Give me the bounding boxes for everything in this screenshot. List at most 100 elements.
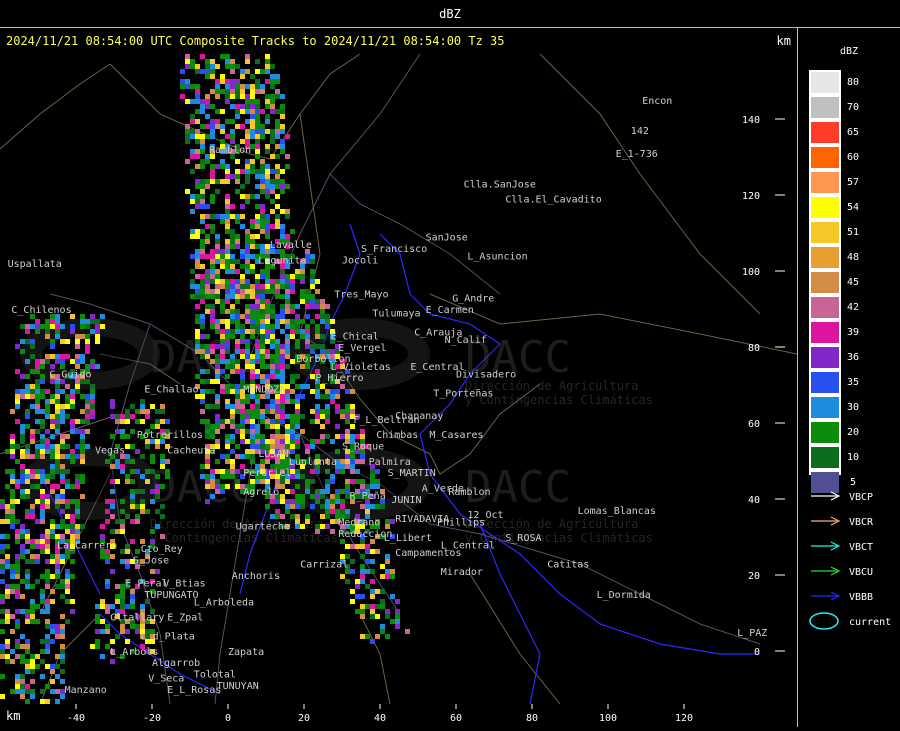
radar-echo-pixel <box>225 344 230 349</box>
radar-echo-pixel <box>350 389 355 394</box>
radar-echo-pixel <box>160 459 165 464</box>
place-label: E_Vergel <box>338 343 386 354</box>
radar-echo-pixel <box>80 524 85 529</box>
radar-echo-pixel <box>105 579 110 584</box>
radar-echo-pixel <box>205 434 210 439</box>
radar-echo-pixel <box>105 629 110 634</box>
radar-echo-pixel <box>290 414 295 419</box>
radar-echo-pixel <box>215 234 220 239</box>
radar-echo-pixel <box>60 414 65 419</box>
radar-echo-pixel <box>195 319 200 324</box>
radar-echo-pixel <box>100 629 105 634</box>
radar-echo-pixel <box>310 444 315 449</box>
radar-echo-pixel <box>270 134 275 139</box>
radar-echo-pixel <box>365 484 370 489</box>
radar-echo-pixel <box>45 604 50 609</box>
radar-echo-pixel <box>290 319 295 324</box>
radar-echo-pixel <box>70 484 75 489</box>
radar-echo-pixel <box>145 479 150 484</box>
radar-echo-pixel <box>230 359 235 364</box>
radar-echo-pixel <box>345 389 350 394</box>
radar-echo-pixel <box>40 599 45 604</box>
radar-echo-pixel <box>270 199 275 204</box>
radar-echo-pixel <box>165 459 170 464</box>
radar-echo-pixel <box>220 139 225 144</box>
radar-echo-pixel <box>370 579 375 584</box>
legend-level-label: 39 <box>847 327 859 338</box>
radar-echo-pixel <box>105 499 110 504</box>
radar-echo-pixel <box>265 79 270 84</box>
radar-echo-pixel <box>285 414 290 419</box>
radar-echo-pixel <box>125 604 130 609</box>
radar-echo-pixel <box>300 474 305 479</box>
radar-echo-pixel <box>35 484 40 489</box>
radar-echo-pixel <box>320 489 325 494</box>
radar-echo-pixel <box>50 469 55 474</box>
place-label: Mirador <box>441 567 483 578</box>
radar-echo-pixel <box>245 419 250 424</box>
radar-echo-pixel <box>320 394 325 399</box>
radar-echo-pixel <box>290 419 295 424</box>
radar-echo-pixel <box>55 634 60 639</box>
radar-echo-pixel <box>365 569 370 574</box>
radar-echo-pixel <box>65 504 70 509</box>
radar-echo-pixel <box>220 354 225 359</box>
radar-echo-pixel <box>30 404 35 409</box>
radar-echo-pixel <box>315 419 320 424</box>
radar-echo-pixel <box>205 179 210 184</box>
radar-echo-pixel <box>280 234 285 239</box>
radar-echo-pixel <box>390 594 395 599</box>
radar-echo-pixel <box>290 309 295 314</box>
radar-echo-pixel <box>70 559 75 564</box>
radar-echo-pixel <box>75 429 80 434</box>
radar-echo-pixel <box>305 384 310 389</box>
radar-echo-pixel <box>335 489 340 494</box>
radar-echo-pixel <box>5 509 10 514</box>
radar-echo-pixel <box>20 489 25 494</box>
radar-echo-pixel <box>55 584 60 589</box>
radar-echo-pixel <box>260 224 265 229</box>
radar-echo-pixel <box>345 554 350 559</box>
radar-echo-pixel <box>335 409 340 414</box>
radar-map[interactable]: DACC DACC DACC DACC Dirección de Agricul… <box>0 54 797 704</box>
radar-echo-pixel <box>205 389 210 394</box>
radar-echo-pixel <box>110 479 115 484</box>
radar-echo-pixel <box>195 254 200 259</box>
radar-echo-pixel <box>45 494 50 499</box>
radar-echo-pixel <box>55 444 60 449</box>
radar-echo-pixel <box>270 109 275 114</box>
radar-echo-pixel <box>130 494 135 499</box>
radar-echo-pixel <box>90 329 95 334</box>
radar-echo-pixel <box>195 374 200 379</box>
y-tick-label: 0 <box>754 647 760 658</box>
radar-echo-pixel <box>215 479 220 484</box>
radar-echo-pixel <box>230 334 235 339</box>
radar-echo-pixel <box>45 529 50 534</box>
radar-echo-pixel <box>55 399 60 404</box>
radar-echo-pixel <box>80 454 85 459</box>
radar-echo-pixel <box>280 169 285 174</box>
radar-echo-pixel <box>240 74 245 79</box>
radar-echo-pixel <box>120 559 125 564</box>
radar-echo-pixel <box>245 164 250 169</box>
radar-echo-pixel <box>195 304 200 309</box>
radar-echo-pixel <box>200 394 205 399</box>
radar-echo-pixel <box>200 214 205 219</box>
radar-echo-pixel <box>240 289 245 294</box>
radar-echo-pixel <box>40 589 45 594</box>
radar-echo-pixel <box>285 209 290 214</box>
radar-echo-pixel <box>195 289 200 294</box>
radar-echo-pixel <box>235 104 240 109</box>
radar-echo-pixel <box>250 239 255 244</box>
radar-echo-pixel <box>120 419 125 424</box>
radar-echo-pixel <box>195 64 200 69</box>
radar-echo-pixel <box>295 269 300 274</box>
radar-echo-pixel <box>40 549 45 554</box>
radar-echo-pixel <box>25 329 30 334</box>
radar-echo-pixel <box>265 194 270 199</box>
radar-echo-pixel <box>30 484 35 489</box>
radar-echo-pixel <box>295 504 300 509</box>
radar-echo-pixel <box>380 624 385 629</box>
radar-echo-pixel <box>215 394 220 399</box>
radar-echo-pixel <box>75 364 80 369</box>
